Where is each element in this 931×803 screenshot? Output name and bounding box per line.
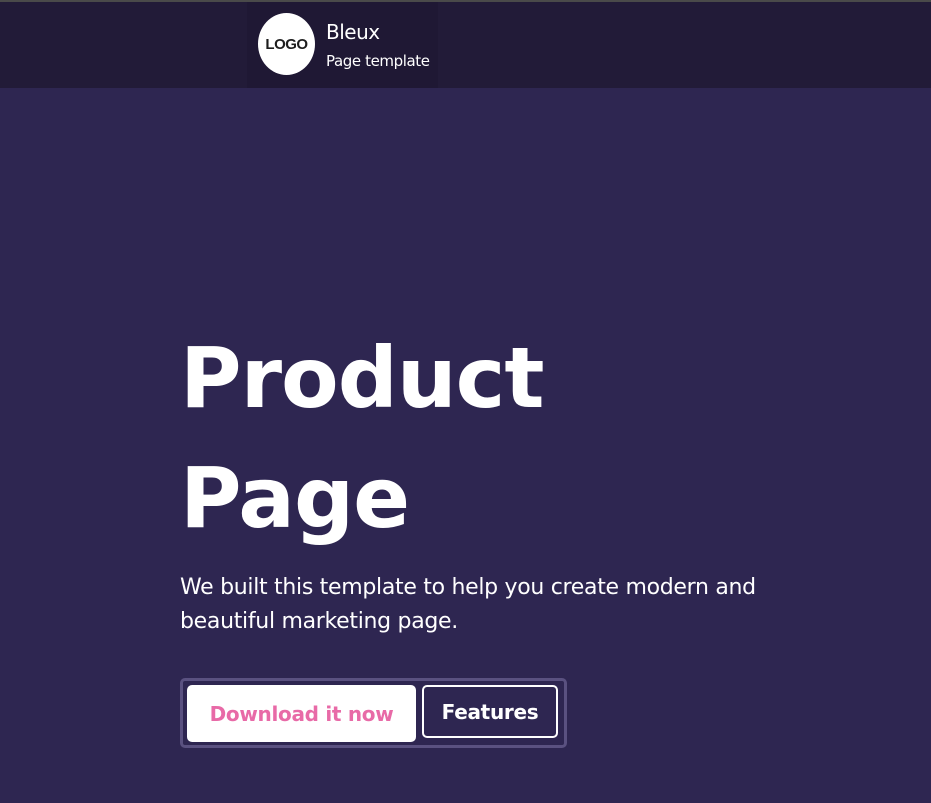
hero-button-group: Download it now Features: [180, 678, 567, 748]
brand[interactable]: LOGO Bleux Page template: [247, 2, 438, 88]
hero-description: We built this template to help you creat…: [180, 575, 756, 634]
hero-title-line-2: Page: [180, 449, 410, 547]
logo-text: LOGO: [265, 35, 308, 53]
hero-title: Product Page: [180, 318, 545, 558]
download-button[interactable]: Download it now: [187, 685, 416, 742]
features-button[interactable]: Features: [422, 685, 558, 738]
site-header: LOGO Bleux Page template: [0, 2, 931, 88]
hero-title-line-1: Product: [180, 329, 545, 427]
logo[interactable]: LOGO: [258, 13, 315, 75]
brand-subtitle: Page template: [326, 52, 430, 70]
brand-name: Bleux: [326, 20, 380, 44]
